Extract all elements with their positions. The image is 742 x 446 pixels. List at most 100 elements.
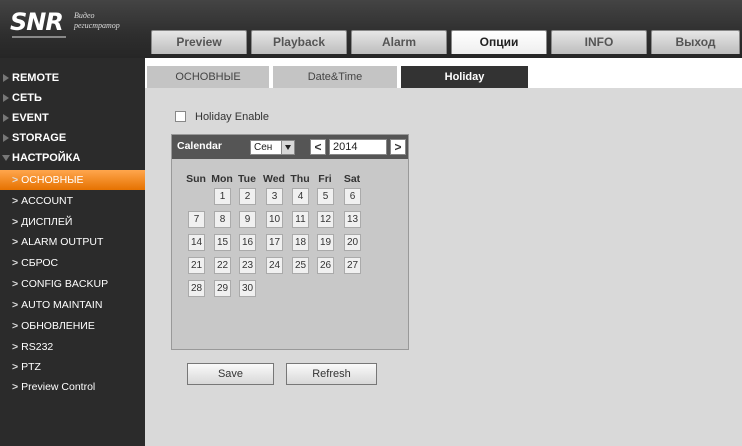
sidebar-item-storage[interactable]: STORAGE — [0, 128, 145, 148]
calendar-day[interactable]: 4 — [292, 188, 309, 205]
refresh-button[interactable]: Refresh — [286, 363, 377, 385]
chevron-right-icon: > — [12, 174, 19, 186]
calendar-day[interactable]: 16 — [239, 234, 256, 251]
calendar-day[interactable]: 20 — [344, 234, 361, 251]
sidebar-item-label: REMOTE — [12, 72, 60, 84]
calendar-day[interactable]: 17 — [266, 234, 283, 251]
tab-options[interactable]: Опции — [451, 30, 547, 54]
holiday-enable-label: Holiday Enable — [195, 111, 269, 123]
sidebar-item-upgrade[interactable]: > ОБНОВЛЕНИЕ — [0, 316, 145, 336]
calendar-day[interactable]: 12 — [317, 211, 334, 228]
calendar-day[interactable]: 26 — [317, 257, 334, 274]
sidebar-item-settings[interactable]: НАСТРОЙКА — [0, 148, 145, 168]
sidebar-item-label: Preview Control — [21, 381, 96, 393]
calendar-title: Calendar — [177, 140, 222, 152]
weekday-label: Sun — [186, 173, 206, 185]
prev-year-button[interactable]: < — [310, 139, 326, 155]
subtab-general[interactable]: ОСНОВНЫЕ — [147, 66, 269, 88]
subtab-date-time[interactable]: Date&Time — [273, 66, 397, 88]
sidebar-item-reset[interactable]: > СБРОС — [0, 253, 145, 273]
calendar-day[interactable]: 3 — [266, 188, 283, 205]
calendar-day[interactable]: 30 — [239, 280, 256, 297]
sidebar-item-label: RS232 — [21, 341, 54, 353]
header-bar: SNR Видео регистратор Preview Playback A… — [0, 0, 742, 58]
sidebar-item-remote[interactable]: REMOTE — [0, 68, 145, 88]
calendar-day[interactable]: 18 — [292, 234, 309, 251]
sidebar-item-label: ДИСПЛЕЙ — [21, 216, 73, 228]
sidebar-item-auto-maintain[interactable]: > AUTO MAINTAIN — [0, 295, 145, 315]
calendar-day[interactable]: 7 — [188, 211, 205, 228]
calendar-day[interactable]: 2 — [239, 188, 256, 205]
calendar-day[interactable]: 25 — [292, 257, 309, 274]
chevron-right-icon: > — [12, 195, 19, 207]
tab-exit[interactable]: Выход — [651, 30, 740, 54]
calendar-day[interactable]: 6 — [344, 188, 361, 205]
calendar-day[interactable]: 24 — [266, 257, 283, 274]
tab-playback[interactable]: Playback — [251, 30, 347, 54]
calendar-panel: Calendar Сен < 2014 > Sun Mon Tue Wed Thu Fri… — [171, 134, 409, 350]
sidebar-item-account[interactable]: > ACCOUNT — [0, 191, 145, 211]
weekday-label: Wed — [263, 173, 285, 185]
chevron-right-icon: > — [12, 257, 19, 269]
sidebar-item-label: СБРОС — [21, 257, 59, 269]
sidebar-item-network[interactable]: СЕТЬ — [0, 88, 145, 108]
calendar-day[interactable]: 22 — [214, 257, 231, 274]
sidebar-item-display[interactable]: > ДИСПЛЕЙ — [0, 212, 145, 232]
calendar-day[interactable]: 15 — [214, 234, 231, 251]
chevron-right-icon: > — [12, 216, 19, 228]
sidebar-item-label: ОБНОВЛЕНИЕ — [21, 320, 95, 332]
logo-line2: регистратор — [74, 21, 120, 30]
sidebar-item-preview-control[interactable]: > Preview Control — [0, 377, 145, 397]
holiday-enable-checkbox[interactable] — [175, 111, 186, 122]
tab-info[interactable]: INFO — [551, 30, 647, 54]
calendar-header: Calendar Сен < 2014 > — [172, 135, 408, 159]
calendar-day[interactable]: 23 — [239, 257, 256, 274]
sidebar-item-label: PTZ — [21, 361, 41, 373]
tab-alarm[interactable]: Alarm — [351, 30, 447, 54]
sidebar-item-label: STORAGE — [12, 132, 67, 144]
chevron-right-icon: > — [12, 381, 19, 393]
calendar-day[interactable]: 14 — [188, 234, 205, 251]
sub-tab-bar: ОСНОВНЫЕ Date&Time Holiday — [145, 58, 742, 88]
dropdown-arrow-icon — [281, 141, 294, 154]
weekday-label: Thu — [290, 173, 310, 185]
sidebar-item-ptz[interactable]: > PTZ — [0, 357, 145, 377]
calendar-day[interactable]: 10 — [266, 211, 283, 228]
sidebar-item-label: НАСТРОЙКА — [12, 152, 81, 164]
calendar-day[interactable]: 13 — [344, 211, 361, 228]
logo-underline — [12, 36, 66, 38]
calendar-day[interactable]: 9 — [239, 211, 256, 228]
tab-preview[interactable]: Preview — [151, 30, 247, 54]
calendar-day[interactable]: 8 — [214, 211, 231, 228]
sidebar-item-alarm-output[interactable]: > ALARM OUTPUT — [0, 232, 145, 252]
sidebar-item-config-backup[interactable]: > CONFIG BACKUP — [0, 274, 145, 294]
calendar-day[interactable]: 21 — [188, 257, 205, 274]
year-field[interactable]: 2014 — [329, 139, 387, 155]
sidebar-item-general[interactable]: > ОСНОВНЫЕ — [0, 170, 145, 190]
content-area: ОСНОВНЫЕ Date&Time Holiday Holiday Enabl… — [145, 58, 742, 446]
save-button[interactable]: Save — [187, 363, 274, 385]
calendar-day[interactable]: 28 — [188, 280, 205, 297]
sidebar-item-label: СЕТЬ — [12, 92, 42, 104]
sidebar-item-event[interactable]: EVENT — [0, 108, 145, 128]
collapsed-arrow-icon — [3, 134, 9, 142]
collapsed-arrow-icon — [3, 114, 9, 122]
calendar-day[interactable]: 29 — [214, 280, 231, 297]
sidebar-item-label: ОСНОВНЫЕ — [21, 174, 84, 186]
next-year-button[interactable]: > — [390, 139, 406, 155]
sidebar-item-label: CONFIG BACKUP — [21, 278, 109, 290]
collapsed-arrow-icon — [3, 74, 9, 82]
subtab-holiday[interactable]: Holiday — [401, 66, 528, 88]
chevron-right-icon: > — [12, 299, 19, 311]
collapsed-arrow-icon — [3, 94, 9, 102]
calendar-day[interactable]: 5 — [317, 188, 334, 205]
sidebar: REMOTE СЕТЬ EVENT STORAGE НАСТРОЙКА > ОСН… — [0, 58, 145, 446]
calendar-day[interactable]: 27 — [344, 257, 361, 274]
calendar-day[interactable]: 11 — [292, 211, 309, 228]
month-select[interactable]: Сен — [250, 140, 295, 155]
calendar-day[interactable]: 1 — [214, 188, 231, 205]
logo: SNR Видео регистратор — [10, 8, 140, 44]
sidebar-item-rs232[interactable]: > RS232 — [0, 337, 145, 357]
calendar-day[interactable]: 19 — [317, 234, 334, 251]
weekday-label: Tue — [238, 173, 256, 185]
